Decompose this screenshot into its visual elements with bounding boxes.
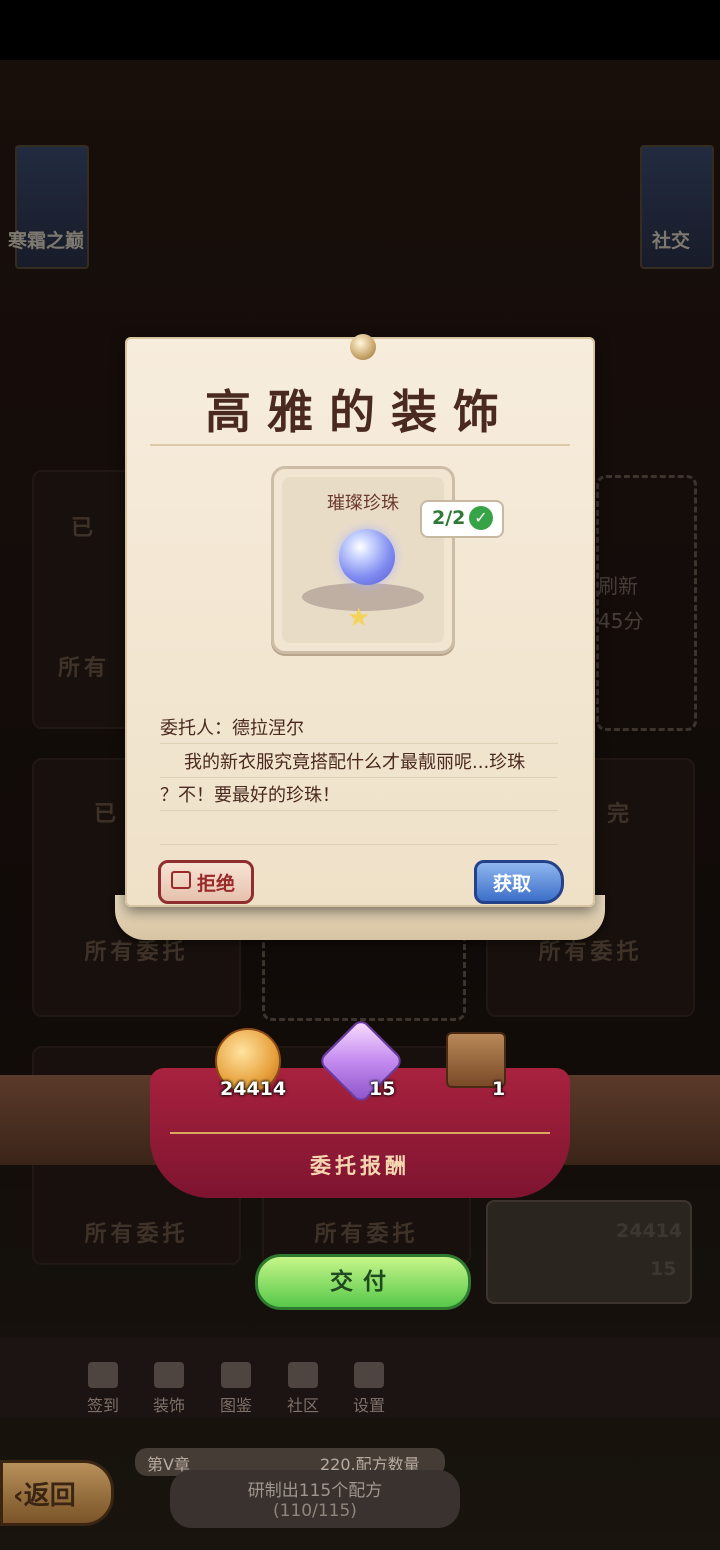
progress-value: (110/115) [273, 1501, 357, 1521]
nav-checkin-label: 签到 [86, 1396, 119, 1415]
back-text: 返回 [23, 1481, 76, 1511]
refuse-button[interactable]: 拒绝 [158, 860, 254, 904]
star-icon: ★ [347, 603, 371, 633]
title-divider [150, 444, 570, 446]
submit-button[interactable]: 交付 [255, 1254, 471, 1310]
community-icon [288, 1362, 318, 1388]
game-screen: 寒霜之巅 社交 已 所有 刷新 45分 已 所有委托 完 所有委托 所有委托 所… [0, 0, 720, 1550]
text-rule [160, 810, 558, 811]
pearl-icon [339, 529, 395, 585]
gear-icon [354, 1362, 384, 1388]
item-card-inner: 璀璨珍珠 ★ [282, 477, 444, 643]
refuse-icon [171, 871, 191, 889]
nav-decoration-label: 装饰 [152, 1396, 185, 1415]
description-line-2: ？不！要最好的珍珠！ [160, 785, 340, 806]
reward-coin-value: 24414 [220, 1078, 287, 1100]
nav-book[interactable]: 图鉴 [209, 1362, 263, 1416]
decoration-icon [154, 1362, 184, 1388]
book-icon [221, 1362, 251, 1388]
text-rule [160, 743, 558, 744]
nav-settings[interactable]: 设置 [342, 1362, 396, 1416]
reward-rope-value: 1 [492, 1078, 506, 1100]
get-button[interactable]: 获取 [474, 860, 564, 904]
nav-community[interactable]: 社区 [276, 1362, 330, 1416]
cloth-trim [170, 1132, 550, 1134]
progress-text: 研制出115个配方 [247, 1481, 383, 1501]
reward-gem-value: 15 [369, 1078, 396, 1100]
back-label: ‹返回 [13, 1481, 76, 1511]
description-line-1: 我的新衣服究竟搭配什么才最靓丽呢...珍珠 [184, 752, 526, 773]
text-rule [160, 777, 558, 778]
item-count-bubble: 2/2 ✓ [420, 500, 504, 538]
nav-community-label: 社区 [286, 1396, 319, 1415]
client-name: 委托人：德拉涅尔 [160, 718, 304, 739]
dialog-title: 高雅的装饰 [205, 385, 515, 439]
required-item-card[interactable]: 璀璨珍珠 ★ [271, 466, 455, 654]
check-icon: ✓ [469, 506, 493, 530]
nav-book-label: 图鉴 [219, 1396, 252, 1415]
chapter-progress-panel[interactable]: 研制出115个配方 (110/115) [170, 1470, 460, 1528]
refuse-label: 拒绝 [197, 873, 236, 895]
checkin-icon [88, 1362, 118, 1388]
nav-decoration[interactable]: 装饰 [142, 1362, 196, 1416]
get-label: 获取 [493, 873, 532, 895]
text-rule [160, 844, 558, 845]
back-button[interactable]: ‹返回 [0, 1460, 114, 1526]
reward-title: 委托报酬 [310, 1154, 410, 1178]
nav-settings-label: 设置 [352, 1396, 385, 1415]
nav-checkin[interactable]: 签到 [76, 1362, 130, 1416]
item-count: 2/2 [432, 507, 466, 529]
pin-icon [350, 334, 376, 360]
